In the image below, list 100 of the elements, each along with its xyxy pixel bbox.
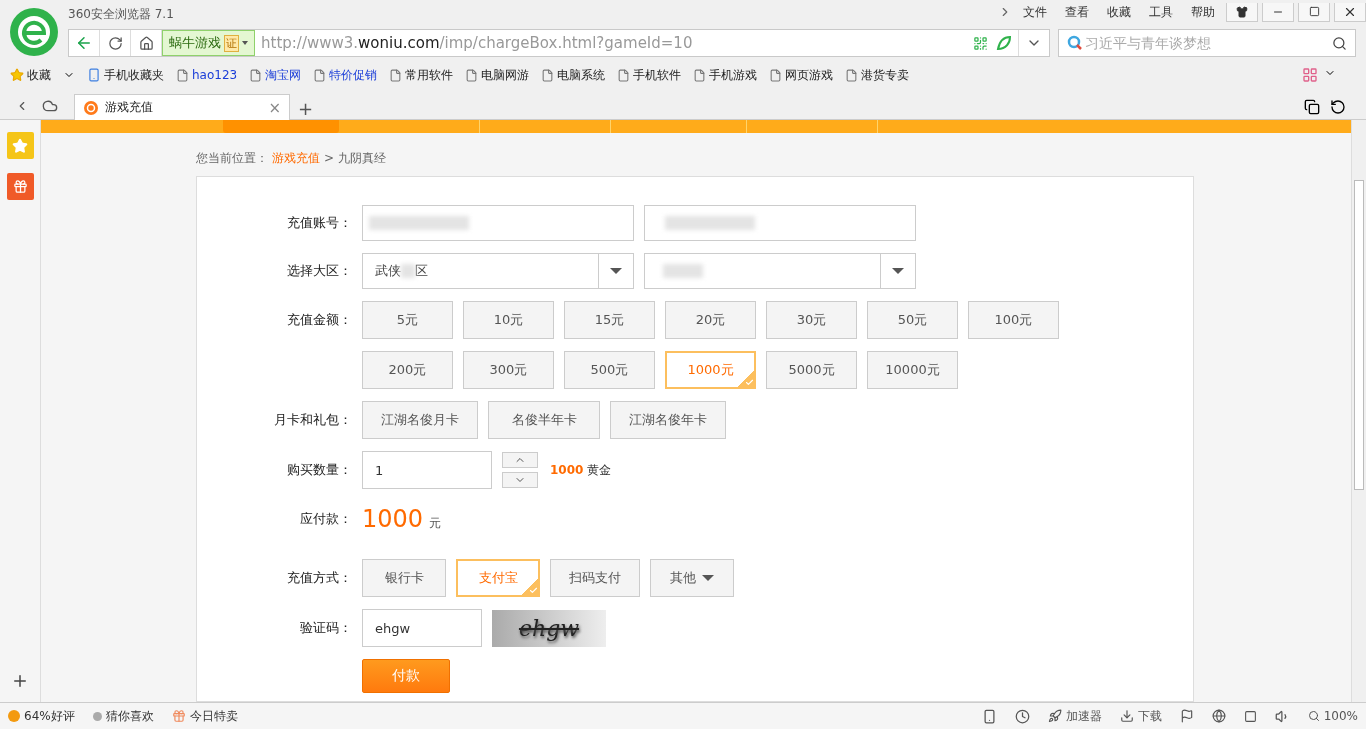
option-button[interactable]: 100元	[968, 301, 1059, 339]
breadcrumb-current: 九阴真经	[338, 149, 387, 167]
bookmark-item[interactable]: 电脑网游	[465, 66, 530, 84]
phone-icon	[87, 68, 101, 82]
site-name: 蜗牛游戏	[169, 34, 221, 52]
menu-item[interactable]: 工具	[1142, 3, 1180, 21]
bookmark-item[interactable]: 手机软件	[617, 66, 682, 84]
maximize-button[interactable]	[1298, 2, 1330, 22]
apps-icon[interactable]	[1302, 67, 1318, 83]
tabs-icon[interactable]	[1304, 99, 1320, 115]
bookmark-item[interactable]: 手机游戏	[693, 66, 758, 84]
option-button[interactable]: 20元	[665, 301, 756, 339]
page-icon	[249, 68, 263, 82]
qr-code-icon[interactable]	[973, 35, 988, 51]
browser-tab[interactable]: 游戏充值 ×	[74, 94, 290, 120]
option-button[interactable]: 15元	[564, 301, 655, 339]
captcha-image[interactable]: ehgw	[492, 609, 606, 647]
option-button[interactable]: 5000元	[766, 351, 857, 389]
site-badge[interactable]: 蜗牛游戏 证	[162, 30, 255, 56]
clock-icon[interactable]	[1014, 708, 1030, 724]
option-button[interactable]: 名俊半年卡	[488, 401, 600, 439]
bookmark-item[interactable]: 手机收藏夹	[87, 66, 164, 84]
rocket-icon	[1047, 709, 1062, 723]
captcha-field[interactable]: ehgw	[362, 609, 482, 647]
purchase-amount-text: 1000 黄金	[550, 461, 612, 479]
region-select[interactable]: 武侠 区	[362, 253, 634, 289]
status-item[interactable]: 下载	[1119, 707, 1162, 725]
check-icon	[529, 586, 538, 595]
account-field[interactable]	[362, 205, 634, 241]
option-button[interactable]: 10000元	[867, 351, 958, 389]
bookmark-item[interactable]: 淘宝网	[249, 66, 302, 84]
check-icon	[745, 378, 754, 387]
home-icon	[138, 35, 154, 51]
page-icon	[176, 68, 189, 82]
page-icon	[769, 68, 783, 82]
window-title: 360安全浏览器 7.1	[68, 6, 174, 23]
browser-logo	[10, 8, 58, 56]
tab-close-button[interactable]: ×	[268, 98, 281, 117]
option-button[interactable]: 10元	[463, 301, 554, 339]
option-button[interactable]: 500元	[564, 351, 655, 389]
status-item[interactable]: 64%好评	[8, 707, 75, 725]
zoom-level[interactable]: 100%	[1307, 709, 1358, 723]
menu-item[interactable]: 帮助	[1184, 3, 1222, 21]
bookmark-item[interactable]: 港货专卖	[845, 66, 910, 84]
form-label: 购买数量：	[286, 461, 353, 479]
search-box[interactable]: 习近平与青年谈梦想	[1058, 29, 1356, 57]
phone-icon[interactable]	[981, 708, 997, 724]
bookmark-item[interactable]: 电脑系统	[541, 66, 606, 84]
close-button[interactable]	[1334, 2, 1366, 22]
caret-icon	[242, 41, 248, 45]
search-icon[interactable]	[1332, 35, 1347, 51]
shirt-icon	[1236, 5, 1248, 18]
leaf-icon[interactable]	[996, 35, 1012, 51]
star-icon[interactable]	[10, 68, 24, 82]
skin-button[interactable]	[1226, 2, 1258, 22]
window-icon[interactable]	[1243, 709, 1257, 723]
form-label: 月卡和礼包：	[273, 411, 353, 429]
form-label: 应付款：	[299, 510, 353, 528]
option-button[interactable]: 30元	[766, 301, 857, 339]
flag-icon[interactable]	[1179, 709, 1194, 723]
status-item[interactable]: 今日特卖	[171, 707, 238, 725]
option-button[interactable]: 200元	[362, 351, 453, 389]
page-icon	[617, 68, 631, 82]
option-button[interactable]: 300元	[463, 351, 554, 389]
status-item[interactable]: 猜你喜欢	[92, 707, 154, 725]
bookmark-item[interactable]: 特价促销	[313, 66, 378, 84]
globe-icon[interactable]	[1211, 709, 1226, 723]
form-label: 验证码：	[299, 619, 353, 637]
quantity-field[interactable]: 1	[362, 451, 492, 489]
menu-item[interactable]: 查看	[1058, 3, 1096, 21]
bookmark-item[interactable]: 网页游戏	[769, 66, 834, 84]
search-field[interactable]: 习近平与青年谈梦想	[1083, 34, 1332, 52]
form-label: 充值账号：	[286, 214, 353, 232]
option-button[interactable]: 5元	[362, 301, 453, 339]
search-engine-icon[interactable]	[1067, 35, 1083, 51]
form-label: 选择大区：	[286, 262, 353, 280]
option-button[interactable]: 江湖名俊月卡	[362, 401, 478, 439]
add-icon[interactable]	[11, 672, 29, 690]
undo-icon[interactable]	[1330, 99, 1346, 115]
address-field[interactable]: http://www3.woniu.com/imp/chargeBox.html?gameId=10	[255, 34, 973, 52]
bookmark-item[interactable]: hao123	[176, 68, 238, 82]
option-button[interactable]: 江湖名俊年卡	[610, 401, 726, 439]
reload-icon	[107, 35, 123, 51]
cert-badge: 证	[224, 34, 239, 52]
option-button[interactable]: 其他	[650, 559, 734, 597]
menu-item[interactable]: 文件	[1016, 3, 1054, 21]
scrollbar-thumb[interactable]	[1354, 180, 1364, 490]
form-label: 充值方式：	[286, 569, 353, 587]
new-tab-button[interactable]: +	[290, 98, 322, 119]
menu-item[interactable]: 收藏	[1100, 3, 1138, 21]
bookmark-item[interactable]: 常用软件	[389, 66, 454, 84]
tab-title: 游戏充值	[105, 99, 154, 116]
maximize-icon	[1308, 6, 1320, 17]
option-button[interactable]: 扫码支付	[550, 559, 640, 597]
option-button[interactable]: 银行卡	[362, 559, 446, 597]
option-button[interactable]: 50元	[867, 301, 958, 339]
bookmark-item[interactable]: 收藏	[10, 66, 51, 84]
account-confirm-field[interactable]	[644, 205, 916, 241]
page-icon	[541, 68, 555, 82]
status-item[interactable]: 加速器	[1047, 707, 1102, 725]
